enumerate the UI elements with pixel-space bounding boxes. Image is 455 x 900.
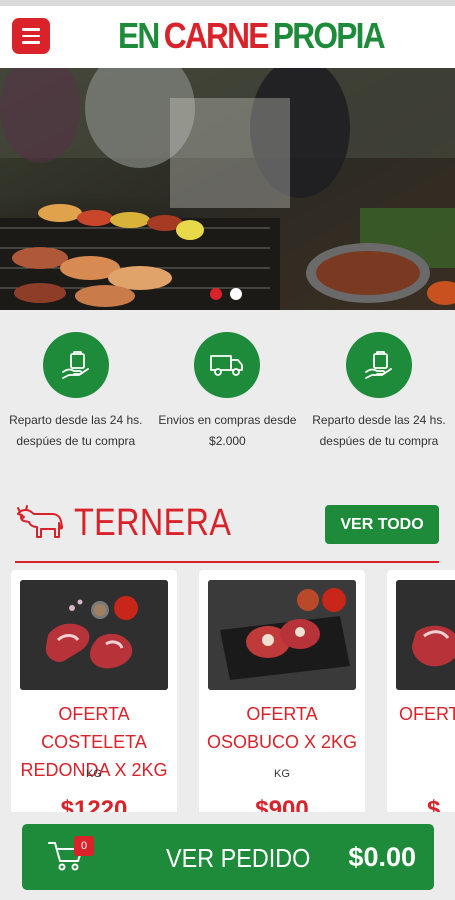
- order-total: $0.00: [348, 842, 416, 872]
- brand-logo[interactable]: EN CARNE PROPIA: [118, 15, 386, 56]
- feature-text: Reparto desde las 24 hs. despúes de tu c…: [312, 413, 446, 448]
- feature-delivery-time-2: Reparto desde las 24 hs. despúes de tu c…: [303, 310, 455, 470]
- feature-text: Reparto desde las 24 hs. despúes de tu c…: [9, 413, 143, 448]
- features-row: Reparto desde las 24 hs. despúes de tu c…: [0, 310, 455, 470]
- cart-count-badge: 0: [74, 836, 94, 856]
- product-image: [208, 580, 356, 690]
- hero-image-bbq: [0, 68, 455, 310]
- product-name: OFERTA OSOBUCO X 2KG: [206, 704, 358, 752]
- product-image: [20, 580, 168, 690]
- product-card[interactable]: OFERTA ANCH $: [387, 570, 455, 830]
- view-order-label: VER PEDIDO: [166, 843, 311, 873]
- truck-icon: [194, 332, 261, 398]
- bottom-bar: 0 VER PEDIDO $0.00: [0, 812, 455, 900]
- product-card[interactable]: OFERTA COSTELETA REDONDA X 2KG KG $1220: [11, 570, 177, 830]
- logo-word-en: EN: [118, 15, 160, 56]
- product-name: OFERTA ANCH: [399, 704, 455, 724]
- product-unit: KG: [274, 768, 290, 780]
- cow-icon: [14, 504, 66, 551]
- section-divider: [15, 561, 439, 563]
- product-carousel[interactable]: OFERTA COSTELETA REDONDA X 2KG KG $1220 …: [0, 570, 455, 830]
- menu-line: [22, 34, 40, 38]
- category-header: TERNERA VER TODO: [0, 500, 455, 560]
- hand-bag-icon: [42, 332, 109, 398]
- logo-word-carne: CARNE: [163, 15, 270, 56]
- product-image: [396, 580, 455, 690]
- carousel-dot-1[interactable]: [210, 288, 222, 300]
- hero-carousel[interactable]: [0, 68, 455, 310]
- feature-free-shipping: Envios en compras desde $2.000: [152, 310, 304, 470]
- feature-text: Envios en compras desde $2.000: [158, 413, 297, 448]
- app-header: EN CARNE PROPIA: [0, 6, 455, 68]
- product-card[interactable]: OFERTA OSOBUCO X 2KG KG $900: [199, 570, 365, 830]
- logo-word-propia: PROPIA: [272, 15, 386, 56]
- menu-line: [22, 28, 40, 31]
- see-all-button[interactable]: VER TODO: [325, 505, 439, 544]
- feature-delivery-time: Reparto desde las 24 hs. despúes de tu c…: [0, 310, 152, 470]
- menu-line: [22, 41, 40, 44]
- carousel-dots: [210, 288, 242, 300]
- hamburger-menu-button[interactable]: [12, 18, 50, 54]
- product-unit: KG: [86, 768, 102, 780]
- hand-bag-icon: [345, 332, 412, 398]
- category-title: TERNERA: [74, 502, 232, 544]
- carousel-dot-2[interactable]: [230, 288, 242, 300]
- view-order-button[interactable]: 0 VER PEDIDO $0.00: [22, 824, 434, 890]
